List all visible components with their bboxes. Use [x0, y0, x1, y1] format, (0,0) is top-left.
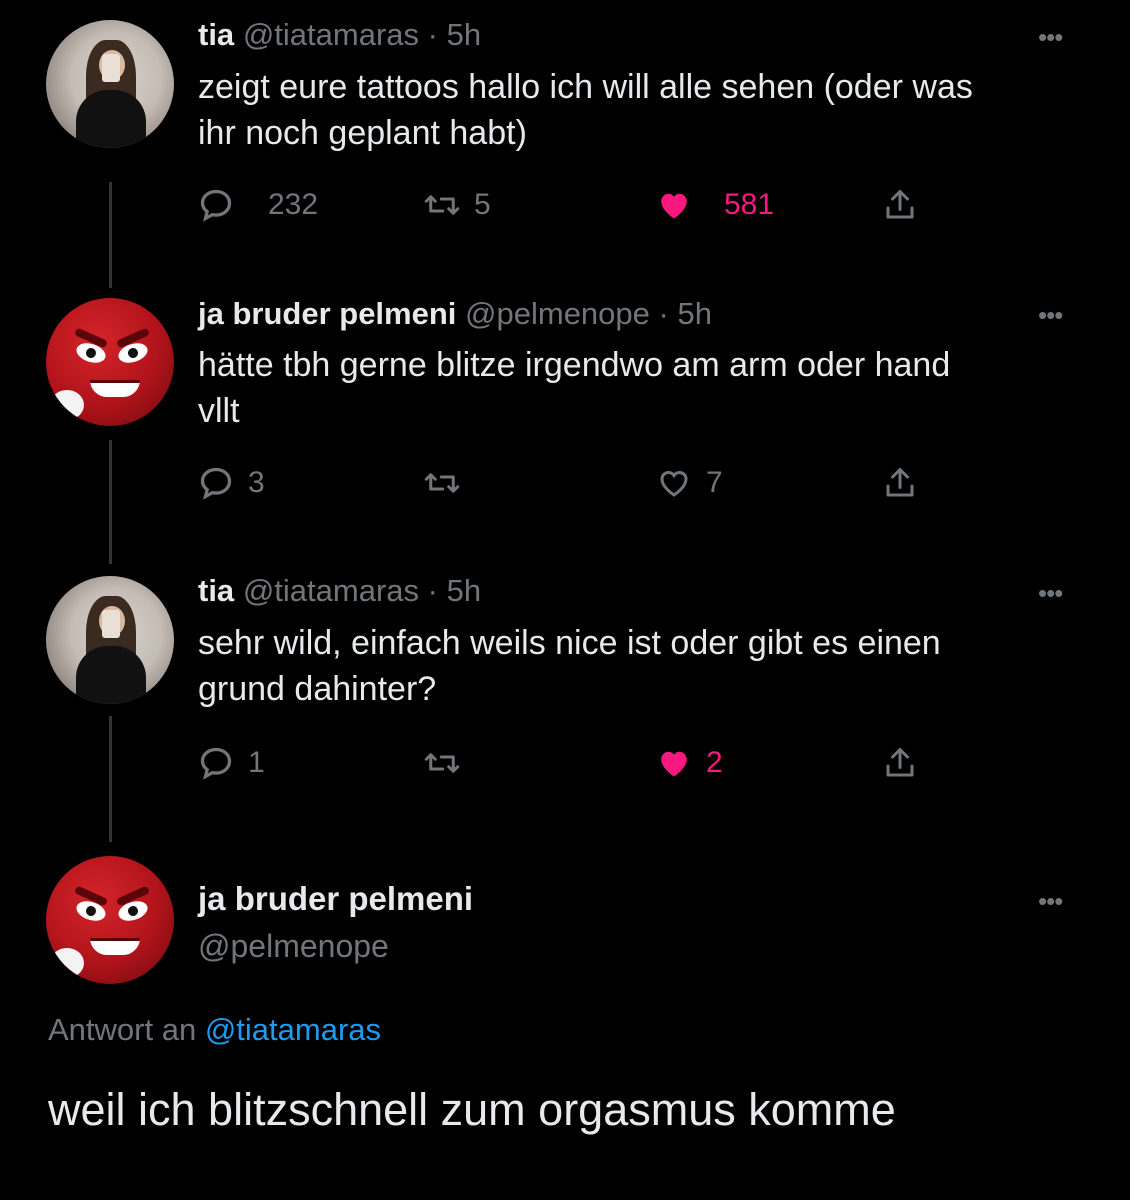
- display-name[interactable]: ja bruder pelmeni: [198, 880, 473, 918]
- reply-icon: [200, 189, 232, 222]
- tweet-text: hätte tbh gerne blitze irgendwo am arm o…: [198, 342, 1078, 434]
- handle[interactable]: @tiatamaras: [243, 17, 419, 52]
- share-button[interactable]: [882, 458, 918, 508]
- tweet[interactable]: tia @tiatamaras · 5h ••• sehr wild, einf…: [0, 556, 1130, 826]
- reply-count: 232: [268, 188, 319, 221]
- share-button[interactable]: [882, 180, 918, 230]
- avatar[interactable]: [46, 576, 174, 704]
- reply-icon: [200, 467, 232, 500]
- more-options-icon[interactable]: •••: [1038, 886, 1063, 917]
- reply-context: Antwort an @tiatamaras: [48, 1012, 381, 1048]
- retweet-button[interactable]: [424, 458, 474, 508]
- reply-icon: [200, 747, 232, 780]
- tweet-actions: 232 5 581: [198, 180, 998, 230]
- like-count: 7: [706, 466, 723, 499]
- reply-button[interactable]: 1: [198, 738, 265, 788]
- retweet-button[interactable]: [424, 738, 474, 788]
- timestamp[interactable]: · 5h: [428, 573, 481, 608]
- share-icon: [886, 190, 914, 219]
- timestamp[interactable]: · 5h: [428, 17, 481, 52]
- reply-prefix: Antwort an: [48, 1012, 197, 1047]
- like-count: 581: [724, 188, 775, 221]
- reply-button[interactable]: 3: [198, 458, 265, 508]
- reply-to-link[interactable]: @tiatamaras: [205, 1012, 381, 1047]
- avatar[interactable]: [46, 20, 174, 148]
- tweet-text: zeigt eure tattoos hallo ich will alle s…: [198, 64, 1078, 156]
- share-button[interactable]: [882, 738, 918, 788]
- tweet-text-line: hätte tbh gerne blitze irgendwo am arm o…: [198, 346, 951, 384]
- tweet[interactable]: tia @tiatamaras · 5h ••• zeigt eure tatt…: [0, 0, 1130, 260]
- retweet-count: 5: [474, 188, 491, 221]
- reply-count: 3: [248, 466, 265, 499]
- tweet-text-line: ihr noch geplant habt): [198, 114, 527, 152]
- like-button[interactable]: 581: [656, 180, 774, 230]
- more-options-icon[interactable]: •••: [1038, 300, 1063, 331]
- more-options-icon[interactable]: •••: [1038, 578, 1063, 609]
- like-button[interactable]: 2: [656, 738, 723, 788]
- reply-count: 1: [248, 746, 265, 779]
- handle[interactable]: @pelmenope: [198, 928, 389, 965]
- avatar[interactable]: [46, 298, 174, 426]
- display-name[interactable]: tia: [198, 573, 234, 608]
- tweet-text-line: vllt: [198, 392, 240, 430]
- heart-filled-icon: [661, 193, 687, 219]
- retweet-icon: [424, 473, 460, 493]
- more-options-icon[interactable]: •••: [1038, 22, 1063, 53]
- focused-tweet: ja bruder pelmeni @pelmenope ••• Antwort…: [0, 840, 1130, 1200]
- like-button[interactable]: 7: [656, 458, 723, 508]
- retweet-icon: [424, 195, 460, 215]
- share-icon: [886, 748, 914, 777]
- reply-button[interactable]: 232: [198, 180, 318, 230]
- retweet-button[interactable]: 5: [424, 180, 491, 230]
- tweet-text: sehr wild, einfach weils nice ist oder g…: [198, 620, 1078, 712]
- tweet-text-line: zeigt eure tattoos hallo ich will alle s…: [198, 68, 973, 106]
- tweet[interactable]: ja bruder pelmeni @pelmenope · 5h ••• hä…: [0, 278, 1130, 548]
- tweet-text-line: grund dahinter?: [198, 670, 437, 708]
- retweet-icon: [424, 753, 460, 773]
- tweet-actions: 1 2: [198, 738, 998, 788]
- tweet-text-line: sehr wild, einfach weils nice ist oder g…: [198, 624, 941, 662]
- heart-outline-icon: [660, 470, 688, 497]
- tweet-actions: 3 7: [198, 458, 998, 508]
- share-icon: [886, 468, 914, 497]
- heart-filled-icon: [661, 751, 687, 777]
- handle[interactable]: @pelmenope: [465, 296, 650, 331]
- tweet-text: weil ich blitzschnell zum orgasmus komme: [48, 1084, 896, 1135]
- handle[interactable]: @tiatamaras: [243, 573, 419, 608]
- display-name[interactable]: ja bruder pelmeni: [198, 296, 456, 331]
- like-count: 2: [706, 746, 723, 779]
- avatar[interactable]: [46, 856, 174, 984]
- timestamp[interactable]: · 5h: [659, 296, 712, 331]
- display-name[interactable]: tia: [198, 17, 234, 52]
